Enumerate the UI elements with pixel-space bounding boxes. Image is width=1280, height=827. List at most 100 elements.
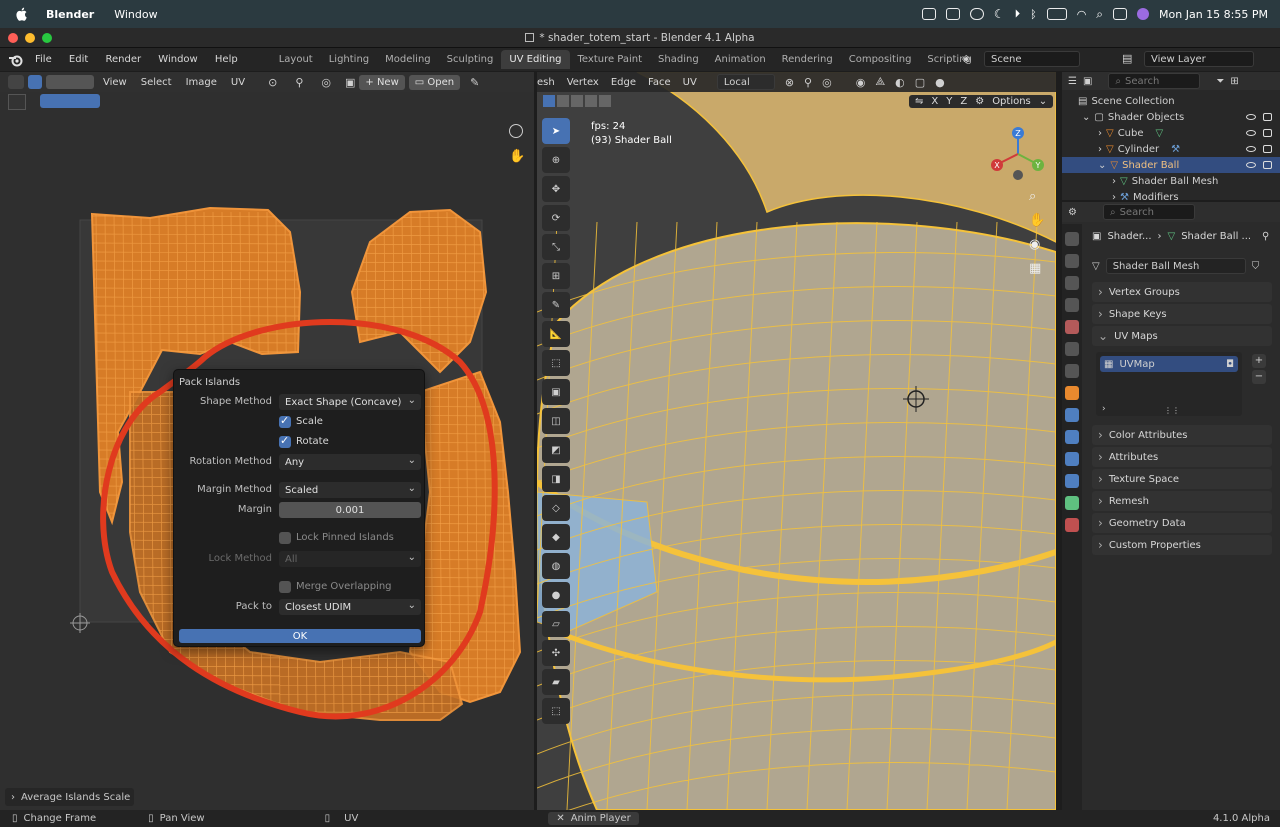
- options-icon[interactable]: ⚙: [975, 96, 984, 107]
- rotate-tool[interactable]: ⟳: [542, 205, 570, 231]
- pan-hand-icon[interactable]: ✋: [1029, 213, 1045, 228]
- expand-chevron-icon[interactable]: ›: [1112, 176, 1116, 187]
- outliner-filter-display-icon[interactable]: ▣: [1083, 76, 1092, 87]
- display-icon[interactable]: [945, 8, 960, 20]
- outliner-search[interactable]: ⌕ Search: [1108, 73, 1201, 89]
- minimize-window-button[interactable]: [25, 33, 35, 43]
- apple-icon[interactable]: [14, 6, 30, 22]
- uv-editor[interactable]: View Select Image UV ⊙ ⚲ ◎ ▣ + New ▭ Ope…: [0, 72, 534, 810]
- bluetooth-icon[interactable]: ᛒ: [1030, 8, 1037, 21]
- new-image-button[interactable]: + New: [359, 74, 405, 90]
- collection-tab-icon[interactable]: [1065, 364, 1079, 378]
- play-icon[interactable]: ⏵: [1015, 7, 1021, 21]
- outliner-row-shader-ball-mesh[interactable]: › ▽ Shader Ball Mesh: [1062, 173, 1280, 189]
- tool-tab-icon[interactable]: [1065, 232, 1079, 246]
- moon-icon[interactable]: ☾: [994, 7, 1005, 21]
- shrink-tool[interactable]: ✣: [542, 640, 570, 666]
- modifier-tab-icon[interactable]: [1065, 408, 1079, 422]
- tab-modeling[interactable]: Modeling: [377, 50, 439, 69]
- viewport-scene[interactable]: [537, 72, 1056, 810]
- expand-chevron-icon[interactable]: ›: [1112, 192, 1116, 201]
- loop-cut-tool[interactable]: ◨: [542, 466, 570, 492]
- outliner-row-scene-collection[interactable]: ▤ Scene Collection: [1062, 93, 1280, 109]
- clock[interactable]: Mon Jan 15 8:55 PM: [1159, 8, 1268, 21]
- list-expand-icon[interactable]: ›: [1102, 404, 1106, 414]
- render-camera-icon[interactable]: [1263, 113, 1272, 121]
- visibility-eye-icon[interactable]: [1246, 146, 1256, 152]
- new-collection-icon[interactable]: ⊞: [1230, 76, 1238, 87]
- active-render-camera-icon[interactable]: ◘: [1226, 359, 1234, 370]
- annotate-tool[interactable]: ✎: [542, 292, 570, 318]
- menu-render[interactable]: Render: [105, 54, 141, 65]
- move-tool[interactable]: ✥: [542, 176, 570, 202]
- section-custom-properties[interactable]: Custom Properties: [1092, 535, 1272, 555]
- edge-slide-tool[interactable]: ▱: [542, 611, 570, 637]
- extrude-tool[interactable]: ▣: [542, 379, 570, 405]
- cloud-icon[interactable]: [969, 8, 984, 20]
- pin-icon[interactable]: ⚲: [1262, 231, 1269, 242]
- vertex-select-icon[interactable]: [543, 95, 555, 107]
- uv-menu-view[interactable]: View: [103, 77, 127, 88]
- proportional-edit-icon[interactable]: ◎: [822, 76, 832, 89]
- mesh-data-icon[interactable]: ▽: [1092, 261, 1100, 272]
- 3d-viewport[interactable]: esh Vertex Edge Face UV Local ⊗ ⚲ ◎ ◉ ⟁ …: [537, 72, 1056, 810]
- shading-solid-icon[interactable]: ●: [935, 76, 945, 89]
- add-cube-tool[interactable]: ⬚: [542, 350, 570, 376]
- merge-overlapping-checkbox[interactable]: [279, 581, 291, 593]
- view-layer-field[interactable]: View Layer: [1144, 51, 1254, 67]
- zoom-window-button[interactable]: [42, 33, 52, 43]
- menu-file[interactable]: File: [35, 54, 52, 65]
- data-tab-icon[interactable]: [1065, 496, 1079, 510]
- render-camera-icon[interactable]: [1263, 129, 1272, 137]
- outliner[interactable]: ☰ ▣ ⌕ Search ⏷ ⊞ ▤ Scene Collection ⌄ ▢ Shad…: [1062, 72, 1280, 200]
- rotation-method-dropdown[interactable]: Any ⌄: [279, 454, 421, 470]
- visibility-icon[interactable]: ◉: [856, 76, 866, 89]
- uv-map-add-button[interactable]: +: [1252, 354, 1266, 368]
- particles-tab-icon[interactable]: [1065, 430, 1079, 444]
- tab-sculpting[interactable]: Sculpting: [439, 50, 502, 69]
- visibility-eye-icon[interactable]: [1246, 114, 1256, 120]
- zoom-icon[interactable]: ⌕: [1029, 189, 1045, 204]
- view-layer-tab-icon[interactable]: [1065, 298, 1079, 312]
- expand-chevron-icon[interactable]: ›: [1098, 144, 1102, 155]
- vp-menu-vertex[interactable]: Vertex: [567, 77, 599, 88]
- ok-button[interactable]: OK: [179, 629, 421, 643]
- tab-layout[interactable]: Layout: [271, 50, 321, 69]
- vp-menu-mesh[interactable]: esh: [537, 77, 555, 88]
- uv-map-item[interactable]: ▦ UVMap ◘: [1100, 356, 1238, 372]
- section-shape-keys[interactable]: Shape Keys: [1092, 304, 1272, 324]
- snapping-icon[interactable]: ⚲: [804, 76, 812, 89]
- section-texture-space[interactable]: Texture Space: [1092, 469, 1272, 489]
- scene-tab-icon[interactable]: [1065, 320, 1079, 334]
- margin-number-field[interactable]: 0.001: [279, 502, 421, 518]
- snap-icon[interactable]: ⚲: [295, 76, 303, 89]
- section-color-attributes[interactable]: Color Attributes: [1092, 425, 1272, 445]
- axis-y-toggle[interactable]: Y: [946, 96, 952, 107]
- lock-pinned-checkbox[interactable]: [279, 532, 291, 544]
- spotlight-search-icon[interactable]: ⌕: [1096, 7, 1103, 22]
- expand-chevron-icon[interactable]: ⌄: [1098, 160, 1106, 171]
- menu-window[interactable]: Window: [158, 54, 197, 65]
- proportional-icon[interactable]: ◎: [321, 76, 331, 89]
- pivot-point-icon[interactable]: ⊗: [785, 76, 794, 89]
- select-mode-extra-icon[interactable]: [585, 95, 597, 107]
- battery-icon[interactable]: [1046, 8, 1067, 20]
- blender-logo-icon[interactable]: [8, 53, 24, 67]
- poly-build-tool[interactable]: ◆: [542, 524, 570, 550]
- tab-compositing[interactable]: Compositing: [841, 50, 920, 69]
- measure-tool[interactable]: 📐: [542, 321, 570, 347]
- visibility-eye-icon[interactable]: [1246, 130, 1256, 136]
- view-layer-icon[interactable]: ▤: [1122, 52, 1132, 65]
- scene-field[interactable]: Scene: [984, 51, 1080, 67]
- section-uv-maps[interactable]: UV Maps: [1092, 326, 1272, 346]
- lock-method-dropdown[interactable]: All ⌄: [279, 551, 421, 567]
- physics-tab-icon[interactable]: [1065, 452, 1079, 466]
- uv-menu-select[interactable]: Select: [141, 77, 172, 88]
- open-image-button[interactable]: ▭ Open: [408, 74, 461, 90]
- select-mode-extra2-icon[interactable]: [599, 95, 611, 107]
- properties-search[interactable]: ⌕ Search: [1102, 204, 1195, 220]
- bevel-tool[interactable]: ◩: [542, 437, 570, 463]
- control-center-icon[interactable]: [1113, 8, 1128, 20]
- face-select-icon[interactable]: [571, 95, 583, 107]
- expand-chevron-icon[interactable]: ⌄: [1082, 112, 1090, 123]
